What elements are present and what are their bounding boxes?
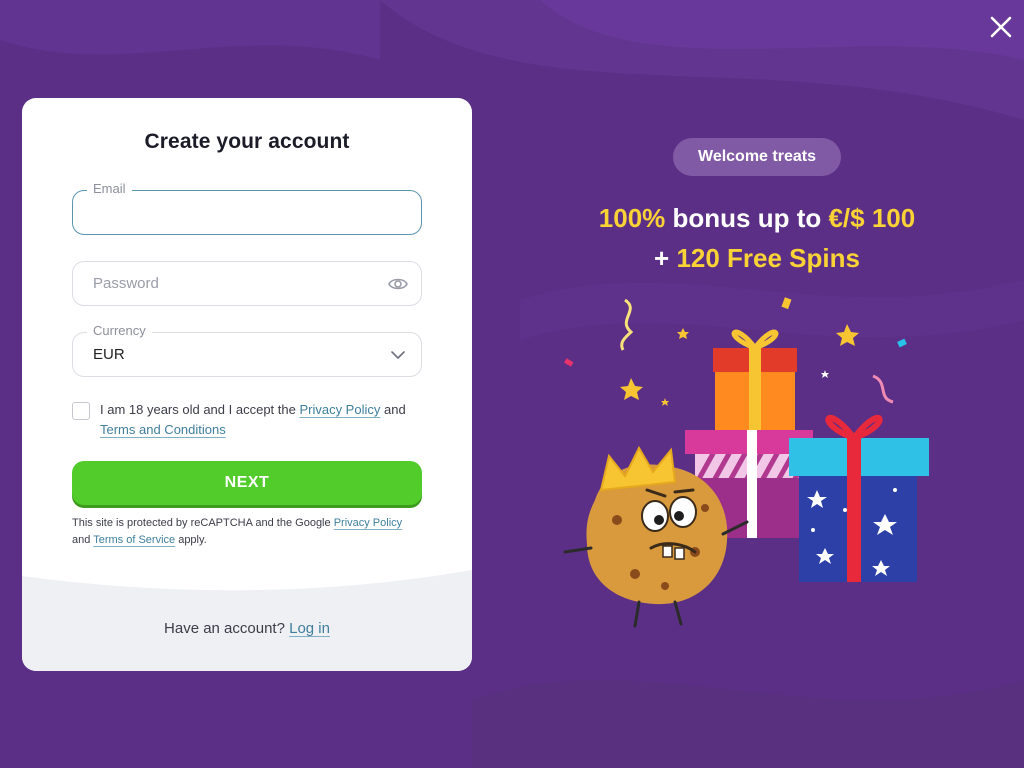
promo-subline: + 120 Free Spins bbox=[520, 243, 994, 274]
email-field[interactable]: Email bbox=[72, 181, 422, 235]
recaptcha-text: apply. bbox=[175, 534, 207, 546]
consent-text-part: and bbox=[380, 402, 406, 417]
promo-text: bonus up to bbox=[665, 203, 829, 233]
currency-select[interactable]: Currency EUR bbox=[72, 323, 422, 377]
promo-headline: 100% bonus up to €/$ 100 bbox=[520, 203, 994, 234]
blue-gift bbox=[789, 414, 929, 582]
currency-dropdown-toggle[interactable] bbox=[387, 346, 409, 366]
terms-link[interactable]: Terms and Conditions bbox=[100, 422, 226, 437]
currency-label: Currency bbox=[87, 323, 152, 338]
chevron-down-icon bbox=[391, 351, 405, 359]
promo-badge: Welcome treats bbox=[673, 138, 841, 176]
recaptcha-text: This site is protected by reCAPTCHA and … bbox=[72, 517, 334, 529]
login-link[interactable]: Log in bbox=[289, 620, 330, 637]
age-terms-checkbox[interactable] bbox=[72, 402, 90, 420]
email-input[interactable] bbox=[93, 191, 375, 234]
eye-icon bbox=[388, 278, 408, 290]
password-input[interactable] bbox=[93, 262, 375, 305]
show-password-button[interactable] bbox=[387, 274, 409, 294]
promo-free-spins: 120 Free Spins bbox=[676, 243, 860, 273]
close-icon bbox=[990, 16, 1012, 38]
google-privacy-link[interactable]: Privacy Policy bbox=[334, 517, 402, 529]
close-button[interactable] bbox=[984, 10, 1018, 44]
promo-plus: + bbox=[654, 243, 677, 273]
google-terms-link[interactable]: Terms of Service bbox=[93, 534, 175, 546]
page-title: Create your account bbox=[144, 130, 350, 153]
login-row: Have an account? Log in bbox=[22, 620, 472, 637]
login-prompt: Have an account? bbox=[164, 620, 285, 637]
password-field[interactable] bbox=[72, 261, 422, 306]
orange-gift bbox=[713, 329, 797, 434]
promo-percent: 100% bbox=[598, 203, 666, 233]
promo-illustration bbox=[563, 297, 929, 628]
registration-card: Create your account Email Currency EUR I… bbox=[22, 98, 472, 671]
next-button[interactable]: NEXT bbox=[72, 461, 422, 505]
consent-text: I am 18 years old and I accept the Priva… bbox=[100, 400, 420, 440]
privacy-policy-link[interactable]: Privacy Policy bbox=[299, 402, 380, 417]
recaptcha-text: and bbox=[72, 534, 94, 546]
promo-amount: €/$ 100 bbox=[828, 203, 916, 233]
consent-text-part: I am 18 years old and I accept the bbox=[100, 402, 300, 417]
recaptcha-notice: This site is protected by reCAPTCHA and … bbox=[72, 515, 422, 549]
currency-value: EUR bbox=[93, 346, 125, 363]
